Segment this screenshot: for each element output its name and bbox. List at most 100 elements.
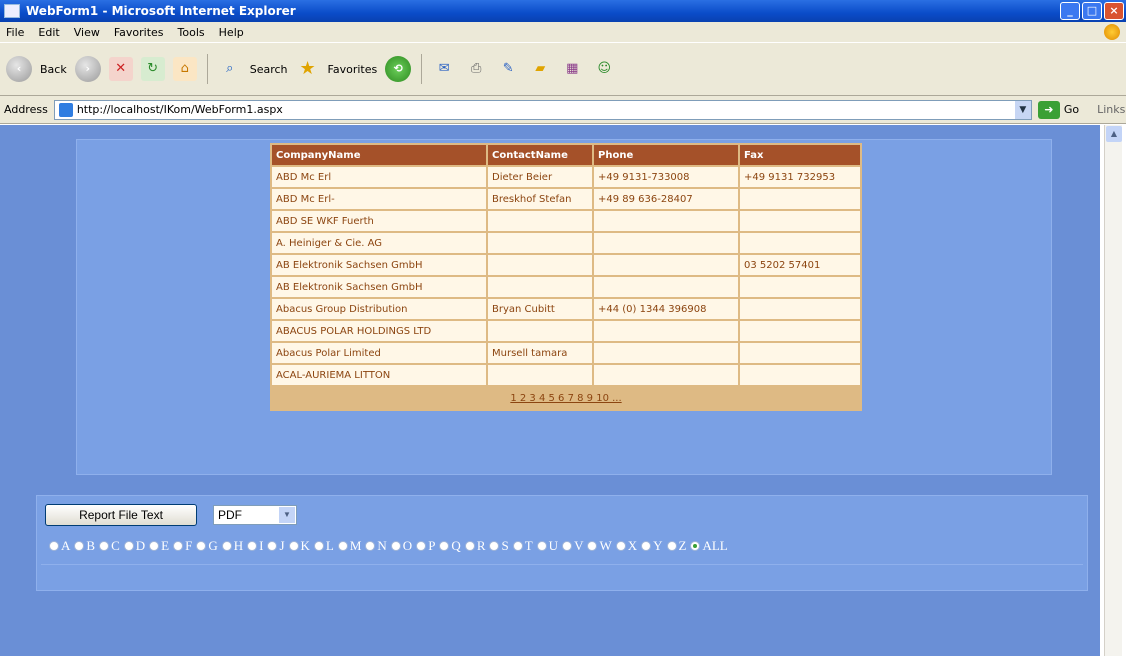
folder-icon[interactable]: ▰ — [528, 57, 552, 81]
menu-file[interactable]: File — [6, 26, 24, 39]
radio-button[interactable] — [149, 541, 160, 551]
radio-letter-k[interactable]: K — [288, 538, 310, 554]
radio-button[interactable] — [390, 541, 401, 551]
chevron-down-icon[interactable]: ▼ — [279, 507, 295, 523]
radio-button[interactable] — [99, 541, 110, 551]
radio-label: S — [501, 538, 509, 553]
radio-letter-d[interactable]: D — [123, 538, 145, 554]
radio-button[interactable] — [512, 541, 523, 551]
stop-icon[interactable]: ✕ — [108, 57, 133, 81]
menu-tools[interactable]: Tools — [178, 26, 205, 39]
radio-button[interactable] — [690, 541, 701, 551]
radio-letter-g[interactable]: G — [196, 538, 218, 554]
back-arrow-icon[interactable]: ‹ — [6, 56, 32, 82]
radio-button[interactable] — [221, 541, 232, 551]
minimize-button[interactable]: _ — [1060, 2, 1080, 20]
radio-letter-o[interactable]: O — [390, 538, 412, 554]
report-file-text-button[interactable]: Report File Text — [45, 504, 197, 526]
radio-letter-h[interactable]: H — [221, 538, 243, 554]
history-icon[interactable]: ⟲ — [385, 56, 412, 82]
radio-letter-t[interactable]: T — [512, 538, 533, 554]
radio-button[interactable] — [666, 541, 677, 551]
radio-letter-w[interactable]: W — [587, 538, 612, 554]
radio-letter-y[interactable]: Y — [641, 538, 663, 554]
cell-phone — [594, 277, 738, 297]
radio-letter-m[interactable]: M — [337, 538, 362, 554]
search-label[interactable]: Search — [250, 63, 288, 76]
radio-letter-f[interactable]: F — [173, 538, 192, 554]
radio-letter-q[interactable]: Q — [439, 538, 461, 554]
table-row: ABD Mc Erl Dieter Beier +49 9131-733008 … — [272, 167, 860, 187]
radio-letter-p[interactable]: P — [416, 538, 435, 554]
radio-label: J — [279, 538, 285, 553]
format-select[interactable]: PDF ▼ — [213, 505, 297, 525]
cell-fax — [740, 277, 860, 297]
radio-button[interactable] — [267, 541, 278, 551]
maximize-button[interactable]: □ — [1082, 2, 1102, 20]
links-label[interactable]: Links — [1097, 103, 1125, 116]
cell-phone — [594, 343, 738, 363]
radio-letter-v[interactable]: V — [562, 538, 583, 554]
chevron-down-icon[interactable]: ▼ — [1014, 100, 1031, 119]
menu-view[interactable]: View — [74, 26, 100, 39]
radio-button[interactable] — [536, 541, 547, 551]
radio-letter-l[interactable]: L — [313, 538, 334, 554]
radio-button[interactable] — [365, 541, 376, 551]
radio-letter-z[interactable]: Z — [666, 538, 686, 554]
radio-button[interactable] — [196, 541, 207, 551]
messenger-icon[interactable]: ☺ — [592, 57, 616, 81]
back-label[interactable]: Back — [40, 63, 67, 76]
research-icon[interactable]: ▦ — [560, 57, 584, 81]
radio-button[interactable] — [562, 541, 573, 551]
favorites-star-icon[interactable]: ★ — [296, 57, 320, 81]
radio-button[interactable] — [416, 541, 427, 551]
vertical-scrollbar[interactable]: ▲ — [1104, 125, 1122, 656]
close-button[interactable]: × — [1104, 2, 1124, 20]
radio-letter-b[interactable]: B — [74, 538, 95, 554]
radio-button[interactable] — [641, 541, 652, 551]
scroll-up-icon[interactable]: ▲ — [1106, 126, 1122, 142]
radio-button[interactable] — [489, 541, 500, 551]
radio-button[interactable] — [439, 541, 450, 551]
radio-button[interactable] — [337, 541, 348, 551]
menu-favorites[interactable]: Favorites — [114, 26, 164, 39]
radio-letter-x[interactable]: X — [615, 538, 637, 554]
radio-letter-all[interactable]: ALL — [690, 538, 728, 554]
radio-label: M — [349, 538, 362, 553]
radio-letter-e[interactable]: E — [149, 538, 169, 554]
menu-edit[interactable]: Edit — [38, 26, 59, 39]
radio-letter-i[interactable]: I — [247, 538, 263, 554]
radio-button[interactable] — [587, 541, 598, 551]
radio-letter-n[interactable]: N — [365, 538, 387, 554]
radio-button[interactable] — [313, 541, 324, 551]
address-url[interactable]: http://localhost/IKom/WebForm1.aspx — [77, 103, 283, 116]
go-arrow-icon[interactable]: ➜ — [1037, 100, 1060, 119]
radio-letter-u[interactable]: U — [536, 538, 558, 554]
home-icon[interactable]: ⌂ — [172, 57, 197, 81]
radio-letter-a[interactable]: A — [49, 538, 70, 554]
search-icon[interactable]: ⌕ — [218, 57, 242, 81]
radio-button[interactable] — [49, 541, 59, 551]
radio-button[interactable] — [615, 541, 626, 551]
radio-button[interactable] — [247, 541, 258, 551]
radio-letter-c[interactable]: C — [99, 538, 120, 554]
radio-letter-j[interactable]: J — [267, 538, 285, 554]
address-field[interactable]: http://localhost/IKom/WebForm1.aspx ▼ — [53, 99, 1032, 120]
print-icon[interactable]: ⎙ — [464, 57, 488, 81]
menu-help[interactable]: Help — [219, 26, 244, 39]
radio-button[interactable] — [173, 541, 184, 551]
radio-button[interactable] — [288, 541, 299, 551]
edit-icon[interactable]: ✎ — [496, 57, 520, 81]
go-label[interactable]: Go — [1064, 103, 1079, 116]
radio-button[interactable] — [464, 541, 475, 551]
favorites-label[interactable]: Favorites — [328, 63, 378, 76]
radio-letter-s[interactable]: S — [489, 538, 509, 554]
radio-label: N — [377, 538, 387, 553]
refresh-icon[interactable]: ↻ — [140, 57, 165, 81]
forward-arrow-icon[interactable]: › — [74, 56, 101, 82]
radio-button[interactable] — [74, 541, 85, 551]
radio-letter-r[interactable]: R — [464, 538, 485, 554]
radio-button[interactable] — [123, 541, 134, 551]
pager-links[interactable]: 1 2 3 4 5 6 7 8 9 10 ... — [272, 387, 860, 409]
mail-icon[interactable]: ✉ — [432, 57, 456, 81]
